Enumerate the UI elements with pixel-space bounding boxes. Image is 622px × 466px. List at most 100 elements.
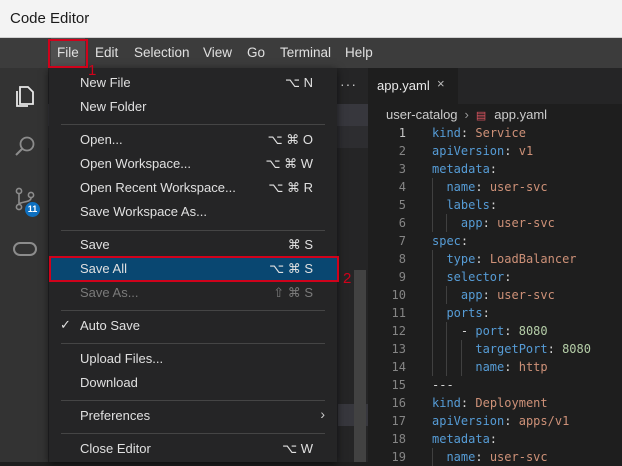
menu-item-close-editor[interactable]: Close Editor ⌥ W xyxy=(49,437,337,461)
menu-separator xyxy=(61,124,325,125)
code-value: --- xyxy=(432,378,454,392)
line-number: 14 xyxy=(391,360,406,374)
menu-item-shortcut: ⌘ S xyxy=(287,237,313,252)
code-text: metadata: xyxy=(432,162,498,176)
menu-terminal[interactable]: Terminal xyxy=(274,38,337,68)
menu-item-save-as[interactable]: Save As... ⇧ ⌘ S xyxy=(49,281,337,305)
code-line[interactable]: 18 metadata: xyxy=(368,430,622,448)
chevron-right-icon: › xyxy=(320,406,325,422)
line-number: 5 xyxy=(398,198,406,212)
menu-separator xyxy=(61,433,325,434)
menu-go[interactable]: Go xyxy=(241,38,271,68)
breadcrumb-folder[interactable]: user-catalog xyxy=(386,107,458,122)
menu-item-upload-files[interactable]: Upload Files... xyxy=(49,347,337,371)
line-number: 16 xyxy=(391,396,406,410)
tab-label: app.yaml xyxy=(377,78,430,93)
code-line[interactable]: 10 app: user-svc xyxy=(368,286,622,304)
indent-guide xyxy=(432,448,433,466)
menu-view[interactable]: View xyxy=(197,38,238,68)
code-line[interactable]: 17 apiVersion: apps/v1 xyxy=(368,412,622,430)
code-text: apiVersion: v1 xyxy=(432,144,534,158)
code-line[interactable]: 16 kind: Deployment xyxy=(368,394,622,412)
tab-bar: app.yaml × xyxy=(368,68,622,104)
menu-help[interactable]: Help xyxy=(339,38,379,68)
code-line[interactable]: 19 name: user-svc xyxy=(368,448,622,466)
menu-item-label: Save Workspace As... xyxy=(80,204,207,219)
code-line[interactable]: 14 name: http xyxy=(368,358,622,376)
line-number: 10 xyxy=(391,288,406,302)
code-line[interactable]: 7 spec: xyxy=(368,232,622,250)
code-key: metadata xyxy=(432,162,490,176)
code-text: apiVersion: apps/v1 xyxy=(432,414,570,428)
code-line[interactable]: 1 kind: Service xyxy=(368,124,622,142)
code-key: selector xyxy=(446,270,505,284)
code-key: apiVersion xyxy=(432,414,505,428)
code-text: labels: xyxy=(432,196,497,214)
annotation-box-file xyxy=(48,39,88,68)
code-line[interactable]: 13 targetPort: 8080 xyxy=(368,340,622,358)
menu-item-shortcut: ⌥ ⌘ W xyxy=(265,156,313,171)
menu-item-save-workspace-as[interactable]: Save Workspace As... xyxy=(49,200,337,224)
code-text: kind: Service xyxy=(432,126,526,140)
menu-item-shortcut: ⌥ W xyxy=(282,441,313,456)
annotation-number-1: 1 xyxy=(88,62,97,79)
menu-item-label: Auto Save xyxy=(80,318,140,333)
code-line[interactable]: 5 labels: xyxy=(368,196,622,214)
close-icon[interactable]: × xyxy=(437,76,445,91)
code-key: labels xyxy=(446,198,490,212)
code-line[interactable]: 2 apiVersion: v1 xyxy=(368,142,622,160)
menu-item-download[interactable]: Download xyxy=(49,371,337,395)
menu-item-label: Open Recent Workspace... xyxy=(80,180,236,195)
menu-separator xyxy=(61,230,325,231)
remote-icon[interactable] xyxy=(12,236,38,262)
code-line[interactable]: 15 --- xyxy=(368,376,622,394)
explorer-icon[interactable] xyxy=(12,82,38,108)
check-icon: ✓ xyxy=(60,317,71,332)
menu-item-open-workspace[interactable]: Open Workspace... ⌥ ⌘ W xyxy=(49,152,337,176)
sidebar-scrollbar[interactable] xyxy=(354,270,366,462)
search-icon[interactable] xyxy=(12,134,38,160)
code-text: - port: 8080 xyxy=(432,324,548,338)
more-actions-icon[interactable]: ··· xyxy=(340,76,357,92)
menu-item-label: Upload Files... xyxy=(80,351,164,366)
code-key: name xyxy=(475,360,505,374)
line-number: 15 xyxy=(391,378,406,392)
code-value: http xyxy=(518,360,548,374)
indent-guide xyxy=(446,214,448,232)
line-number: 8 xyxy=(398,252,406,266)
activity-bar: 11 xyxy=(0,68,48,462)
indent-guide xyxy=(432,178,433,232)
line-number: 6 xyxy=(398,216,406,230)
menu-item-open-recent-workspace[interactable]: Open Recent Workspace... ⌥ ⌘ R xyxy=(49,176,337,200)
code-line[interactable]: 6 app: user-svc xyxy=(368,214,622,232)
code-text: selector: xyxy=(432,268,511,286)
menu-item-save[interactable]: Save ⌘ S xyxy=(49,233,337,257)
menu-item-open[interactable]: Open... ⌥ ⌘ O xyxy=(49,128,337,152)
code-line[interactable]: 9 selector: xyxy=(368,268,622,286)
menu-separator xyxy=(61,310,325,311)
line-number: 13 xyxy=(391,342,406,356)
menu-selection[interactable]: Selection xyxy=(128,38,196,68)
tab-app-yaml[interactable]: app.yaml × xyxy=(368,68,458,104)
code-line[interactable]: 11 ports: xyxy=(368,304,622,322)
menu-item-label: Download xyxy=(80,375,138,390)
menu-item-preferences[interactable]: Preferences › xyxy=(49,404,337,428)
menu-item-new-folder[interactable]: New Folder xyxy=(49,95,337,119)
code-value: user-svc xyxy=(497,288,555,302)
menu-item-label: Open... xyxy=(80,132,123,147)
code-line[interactable]: 3 metadata: xyxy=(368,160,622,178)
code-line[interactable]: 4 name: user-svc xyxy=(368,178,622,196)
menu-item-auto-save[interactable]: ✓ Auto Save xyxy=(49,314,337,338)
code-key: targetPort xyxy=(475,342,548,356)
code-text: metadata: xyxy=(432,432,498,446)
code-line[interactable]: 8 type: LoadBalancer xyxy=(368,250,622,268)
menu-item-shortcut: ⌥ ⌘ R xyxy=(268,180,313,195)
code-line[interactable]: 12 - port: 8080 xyxy=(368,322,622,340)
breadcrumb-file[interactable]: app.yaml xyxy=(494,107,547,122)
code-text: spec: xyxy=(432,234,469,248)
